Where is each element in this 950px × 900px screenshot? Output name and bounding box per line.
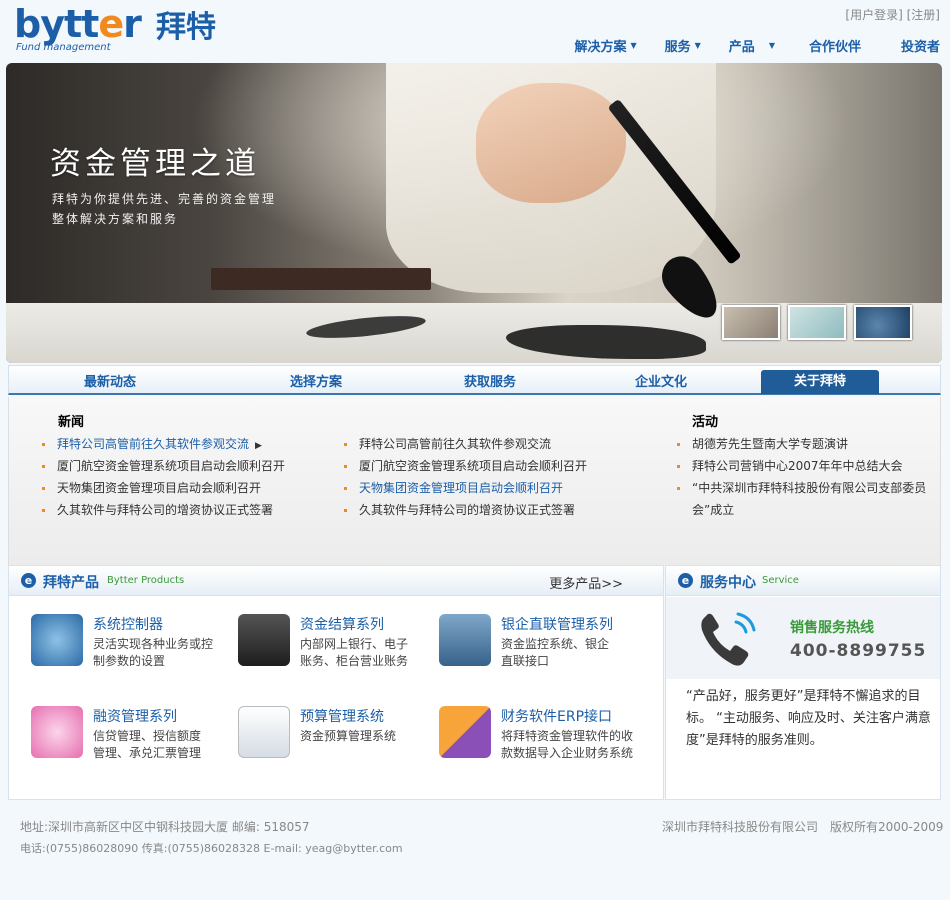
events-list: 胡德芳先生暨南大学专题演讲 拜特公司营销中心2007年年中总结大会 “中共深圳市… <box>677 433 927 521</box>
nav-investors[interactable]: 投资者 <box>861 36 940 55</box>
list-item[interactable]: 厦门航空资金管理系统项目启动会顺利召开 <box>344 455 587 477</box>
nav-partners[interactable]: 合作伙伴 <box>775 36 861 55</box>
product-title[interactable]: 银企直联管理系列 <box>501 614 613 634</box>
network-icon <box>439 614 491 666</box>
e-logo-icon: e <box>21 573 36 588</box>
banner-photo-inkstone <box>211 268 431 290</box>
banner-thumb-2[interactable] <box>788 305 846 340</box>
banner-subtitle-line2: 整体解决方案和服务 <box>52 212 179 226</box>
service-title: 服务中心 <box>700 575 756 591</box>
logo-tagline: Fund management <box>16 42 111 53</box>
product-desc: 资金监控系统、银企直联接口 <box>501 637 610 668</box>
product-title[interactable]: 财务软件ERP接口 <box>501 706 612 726</box>
phone-icon <box>701 612 756 666</box>
products-subtitle: Bytter Products <box>107 575 185 586</box>
banner-thumb-3[interactable] <box>854 305 912 340</box>
top-links: [用户登录] [注册] <box>845 6 940 23</box>
list-item[interactable]: 天物集团资金管理项目启动会顺利召开 <box>42 477 285 499</box>
news-heading: 新闻 <box>58 415 85 430</box>
magic-wand-icon <box>31 706 83 758</box>
news-list-middle: 拜特公司高管前往久其软件参观交流 厦门航空资金管理系统项目启动会顺利召开 天物集… <box>344 433 587 521</box>
logo-chinese-name: 拜特 <box>156 10 216 45</box>
more-products-link[interactable]: 更多产品>> <box>549 573 623 592</box>
e-logo-icon: e <box>678 573 693 588</box>
main-nav: 解决方案 ▼ 服务 ▼ 产品 ▼ 合作伙伴 投资者 <box>546 36 940 55</box>
products-panel: e 拜特产品 Bytter Products 更多产品>> 系统控制器 灵活实现… <box>8 565 664 800</box>
banner-thumb-1[interactable] <box>722 305 780 340</box>
banner-thumbnails <box>722 305 912 340</box>
product-desc: 内部网上银行、电子账务、柜台营业账务 <box>300 637 409 668</box>
nav-services[interactable]: 服务 ▼ <box>637 36 701 55</box>
product-title[interactable]: 资金结算系列 <box>300 614 384 634</box>
banner-subtitle-line1: 拜特为你提供先进、完善的资金管理 <box>52 192 277 206</box>
list-item[interactable]: 拜特公司高管前往久其软件参观交流 <box>344 433 587 455</box>
service-header: e 服务中心 Service <box>666 566 940 596</box>
login-link[interactable]: [用户登录] <box>845 8 902 22</box>
tab-bar: 最新动态 选择方案 获取服务 企业文化 关于拜特 <box>8 365 941 395</box>
logo[interactable]: bytter Fund management 拜特 <box>14 2 229 54</box>
satellite-icon <box>31 614 83 666</box>
list-item[interactable]: 拜特公司高管前往久其软件参观交流 ▶ <box>42 433 285 455</box>
list-item[interactable]: 天物集团资金管理项目启动会顺利召开 <box>344 477 587 499</box>
tab-latest-news[interactable]: 最新动态 <box>84 371 136 390</box>
list-item[interactable]: 久其软件与拜特公司的增资协议正式签署 <box>344 499 587 521</box>
product-desc: 灵活实现各种业务或控制参数的设置 <box>93 637 214 668</box>
product-title[interactable]: 系统控制器 <box>93 614 163 634</box>
nav-products[interactable]: 产品 ▼ <box>701 36 775 55</box>
list-item[interactable]: 拜特公司营销中心2007年年中总结大会 <box>677 455 927 477</box>
report-icon <box>238 706 290 758</box>
banner-title: 资金管理之道 <box>50 146 260 182</box>
product-desc: 将拜特资金管理软件的收款数据导入企业财务系统 <box>501 729 634 760</box>
events-heading: 活动 <box>692 415 719 430</box>
tab-choose-solution[interactable]: 选择方案 <box>290 371 342 390</box>
arrow-right-icon: ▶ <box>255 441 262 451</box>
list-item[interactable]: 久其软件与拜特公司的增资协议正式签署 <box>42 499 285 521</box>
product-desc: 信贷管理、授信额度管理、承兑汇票管理 <box>93 729 202 760</box>
hotline-label: 销售服务热线 <box>790 620 874 636</box>
service-panel: e 服务中心 Service 销售服务热线 400-8899755 “产品好，服… <box>665 565 941 800</box>
banner-photo-hand <box>476 83 626 203</box>
hotline-number: 400-8899755 <box>790 641 927 661</box>
list-item[interactable]: “中共深圳市拜特科技股份有限公司支部委员会”成立 <box>677 477 927 521</box>
calculator-icon <box>238 614 290 666</box>
product-title[interactable]: 预算管理系统 <box>300 706 384 726</box>
nav-solutions[interactable]: 解决方案 ▼ <box>546 36 636 55</box>
news-panel: 新闻 拜特公司高管前往久其软件参观交流 ▶ 厦门航空资金管理系统项目启动会顺利召开… <box>8 397 941 565</box>
product-desc: 资金预算管理系统 <box>300 729 397 743</box>
hero-banner: 资金管理之道 拜特为你提供先进、完善的资金管理 整体解决方案和服务 <box>6 63 942 363</box>
footer-copyright: 版权所有2000-2009 <box>830 820 944 834</box>
service-description: “产品好，服务更好”是拜特不懈追求的目标。 “主动服务、响应及时、关注客户满意度… <box>686 689 931 748</box>
footer-address: 地址:深圳市高新区中区中钢科技园大厦 邮编: 518057 <box>20 820 310 834</box>
tab-about-bytter[interactable]: 关于拜特 <box>761 370 879 394</box>
product-title[interactable]: 融资管理系列 <box>93 706 177 726</box>
news-list-left: 拜特公司高管前往久其软件参观交流 ▶ 厦门航空资金管理系统项目启动会顺利召开 天物… <box>42 433 285 521</box>
products-title: 拜特产品 <box>43 575 99 591</box>
tab-corporate-culture[interactable]: 企业文化 <box>635 371 687 390</box>
footer-contact: 电话:(0755)86028090 传真:(0755)86028328 E-ma… <box>20 842 403 855</box>
list-item[interactable]: 厦门航空资金管理系统项目启动会顺利召开 <box>42 455 285 477</box>
exchange-arrows-icon <box>439 706 491 758</box>
list-item[interactable]: 胡德芳先生暨南大学专题演讲 <box>677 433 927 455</box>
products-header: e 拜特产品 Bytter Products 更多产品>> <box>9 566 663 596</box>
tab-get-service[interactable]: 获取服务 <box>464 371 516 390</box>
service-subtitle: Service <box>762 575 799 586</box>
register-link[interactable]: [注册] <box>907 8 940 22</box>
logo-wordmark: bytter <box>14 2 142 46</box>
footer-company: 深圳市拜特科技股份有限公司 <box>662 820 819 834</box>
